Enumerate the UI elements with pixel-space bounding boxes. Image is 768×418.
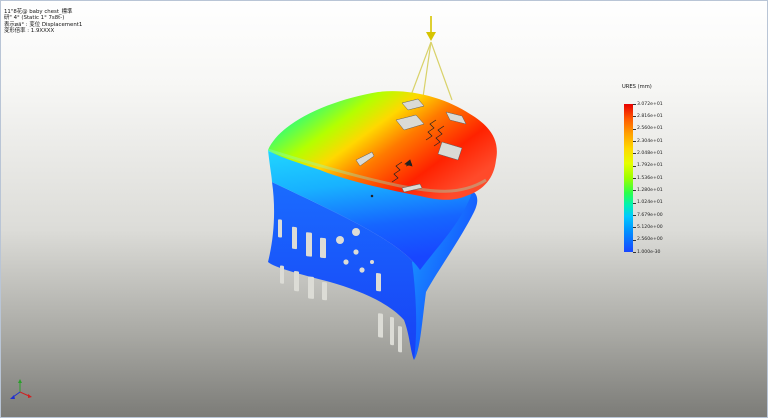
legend-tick bbox=[633, 104, 636, 105]
legend-label: 2.560e+00 bbox=[637, 237, 663, 243]
legend-label: 7.679e+00 bbox=[637, 212, 663, 218]
legend-tick bbox=[633, 227, 636, 228]
legend-tick bbox=[633, 141, 636, 142]
legend-tick bbox=[633, 190, 636, 191]
legend-tick bbox=[633, 116, 636, 117]
legend-title: URES (mm) bbox=[622, 84, 652, 90]
legend-tick bbox=[633, 153, 636, 154]
legend-label: 1.280e+01 bbox=[637, 187, 663, 193]
legend-label: 2.304e+01 bbox=[637, 138, 663, 144]
legend-label: 3.072e+01 bbox=[637, 101, 663, 107]
load-arrow-icon bbox=[426, 16, 436, 41]
color-legend: URES (mm) 3.072e+01 2.816e+01 2.560e+01 2.3… bbox=[620, 84, 680, 255]
legend-tick bbox=[633, 128, 636, 130]
legend-label: 2.816e+01 bbox=[637, 113, 663, 119]
legend-tick bbox=[633, 178, 636, 179]
legend-label: 1.024e+01 bbox=[637, 200, 663, 206]
legend-label: 1.792e+01 bbox=[637, 163, 663, 169]
legend-label: 1.536e+01 bbox=[637, 175, 663, 181]
legend-label: 2.560e+01 bbox=[637, 126, 663, 132]
axis-triad-icon bbox=[10, 379, 32, 399]
graphics-viewport[interactable]: 11"8花@ baby chest_標準 研" 4° (Static 1° 7s… bbox=[0, 0, 768, 418]
legend-label: 2.048e+01 bbox=[637, 150, 663, 156]
legend-label: 5.120e+00 bbox=[637, 224, 663, 230]
legend-color-bar bbox=[624, 104, 633, 252]
legend-tick bbox=[633, 165, 636, 167]
legend-tick bbox=[633, 239, 636, 241]
legend-tick bbox=[633, 215, 636, 216]
legend-label: 1.000e-30 bbox=[637, 249, 661, 255]
legend-tick bbox=[633, 252, 636, 253]
legend-tick bbox=[633, 202, 636, 204]
